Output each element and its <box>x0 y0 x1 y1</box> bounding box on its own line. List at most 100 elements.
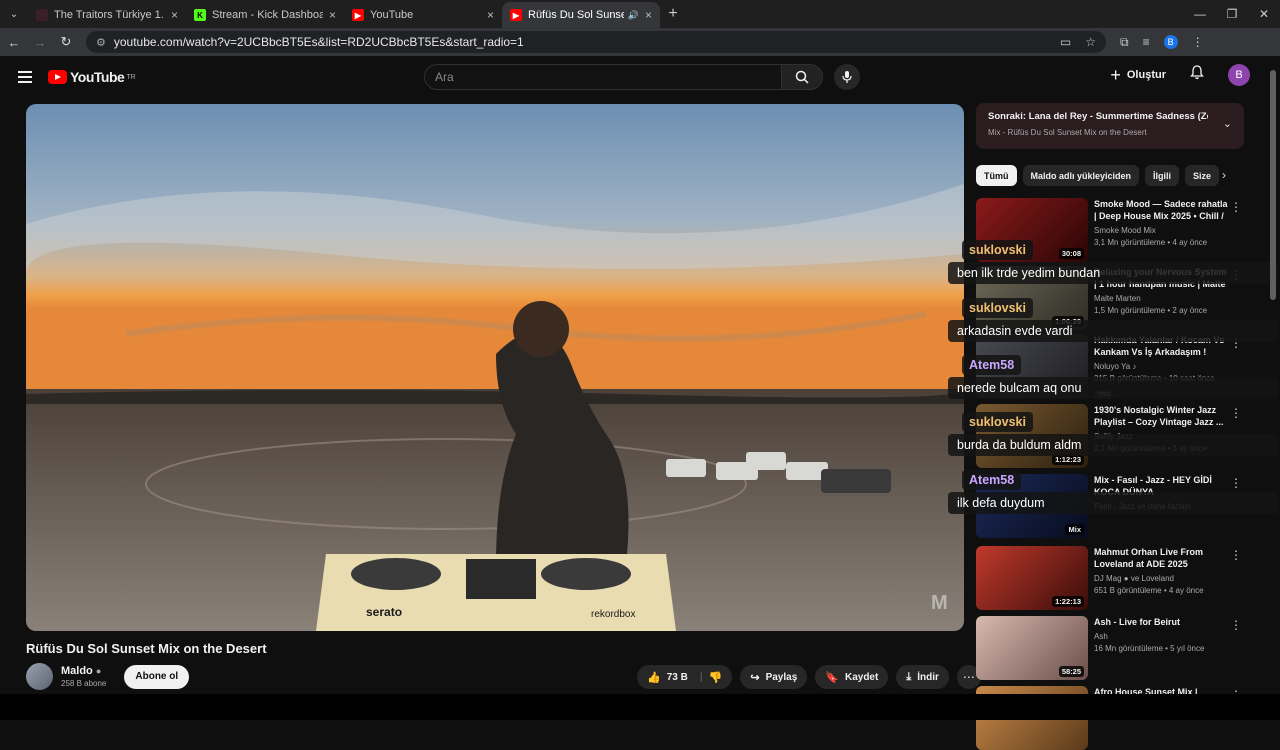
chat-username[interactable]: suklovski <box>962 412 1033 432</box>
browser-tab[interactable]: The Traitors Türkiye 1. Sezon 3... × <box>28 2 186 28</box>
subscribe-button[interactable]: Abone ol <box>124 664 190 689</box>
share-label: Paylaş <box>765 671 798 683</box>
chat-text: nerede bulcam aq onu <box>948 377 1278 399</box>
share-button[interactable]: ↪ Paylaş <box>740 665 808 689</box>
youtube-logo[interactable]: YouTube TR <box>48 69 136 85</box>
share-icon: ↪ <box>750 671 760 684</box>
recommendation-item[interactable]: 1:22:13 Mahmut Orhan Live From Loveland a… <box>976 546 1246 610</box>
close-icon[interactable]: × <box>487 8 494 22</box>
tab-title: YouTube <box>370 9 414 21</box>
close-icon[interactable]: × <box>171 8 178 22</box>
thumbs-down-icon[interactable]: 👎 <box>709 671 723 684</box>
plus-icon: + <box>1110 64 1121 85</box>
like-button[interactable]: 👍 73 B | 👎 <box>637 665 733 689</box>
voice-search-button[interactable] <box>834 64 860 90</box>
create-label: Oluştur <box>1126 69 1166 81</box>
close-icon[interactable]: × <box>645 8 652 22</box>
download-label: İndir <box>917 671 939 683</box>
media-control-icon[interactable]: ≡ <box>1143 35 1150 49</box>
url-text: youtube.com/watch?v=2UCBbcBT5Es&list=RD2… <box>113 35 524 49</box>
scrollbar-thumb[interactable] <box>1270 70 1276 300</box>
browser-tab[interactable]: ▶ YouTube × <box>344 2 502 28</box>
up-next-card[interactable]: Sonraki: Lana del Rey - Summertime Sadne… <box>976 103 1244 149</box>
chat-message: suklovski ben ilk trde yedim bundan <box>948 240 1278 284</box>
more-options-icon[interactable]: ⋮ <box>1230 618 1242 632</box>
chat-message: Atem58 ilk defa duydum <box>948 470 1278 514</box>
close-window-icon[interactable]: ✕ <box>1248 7 1280 21</box>
youtube-icon: ▶ <box>352 9 364 21</box>
chat-username[interactable]: suklovski <box>962 240 1033 260</box>
menu-icon[interactable] <box>18 68 32 86</box>
video-thumbnail[interactable]: 58:25 <box>976 616 1088 680</box>
recommendation-meta: 16 Mn görüntüleme • 5 yıl önce <box>1094 644 1205 653</box>
chat-username[interactable]: suklovski <box>962 298 1033 318</box>
browser-profile-avatar[interactable]: B <box>1163 35 1178 49</box>
duration-badge: 58:25 <box>1058 666 1084 677</box>
filter-chips: Tümü Maldo adlı yükleyiciden İlgili Size <box>976 165 1236 186</box>
thumbs-up-icon: 👍 <box>647 671 661 684</box>
bookmark-star-icon[interactable]: ☆ <box>1085 35 1096 49</box>
recommendation-title[interactable]: Smoke Mood — Sadece rahatla | Deep House… <box>1094 198 1230 222</box>
chat-message: suklovski arkadasin evde vardi <box>948 298 1278 342</box>
browser-tab[interactable]: K Stream - Kick Dashboard × <box>186 2 344 28</box>
search-input[interactable]: Ara <box>424 64 782 90</box>
chat-text: ilk defa duydum <box>948 492 1278 514</box>
forward-icon[interactable]: → <box>28 35 52 50</box>
create-button[interactable]: + Oluştur <box>1110 65 1166 86</box>
chip-all[interactable]: Tümü <box>976 165 1017 186</box>
minimize-icon[interactable]: — <box>1184 7 1216 21</box>
chip-for-you[interactable]: Size <box>1185 165 1220 186</box>
chat-text: arkadasin evde vardi <box>948 320 1278 342</box>
youtube-header: YouTube TR Ara + Oluştur B <box>0 56 1280 98</box>
chevron-right-icon[interactable]: › <box>1222 168 1226 182</box>
chevron-down-icon[interactable]: ⌄ <box>1223 117 1232 130</box>
save-button[interactable]: 🔖 Kaydet <box>815 665 889 689</box>
address-toolbar: ← → ↻ ⚙ youtube.com/watch?v=2UCBbcBT5Es&… <box>0 28 1280 56</box>
reload-icon[interactable]: ↻ <box>54 34 78 50</box>
cast-icon[interactable]: ▭ <box>1060 35 1071 49</box>
browser-tab-bar: ⌄ The Traitors Türkiye 1. Sezon 3... × K… <box>0 0 1280 28</box>
speaker-icon[interactable]: 🔊 <box>628 10 639 21</box>
restore-icon[interactable]: ❐ <box>1216 7 1248 21</box>
recommendation-channel[interactable]: DJ Mag ● ve Loveland <box>1094 574 1230 583</box>
tab-title: Stream - Kick Dashboard <box>212 9 323 21</box>
back-icon[interactable]: ← <box>2 35 26 50</box>
account-avatar[interactable]: B <box>1228 64 1250 86</box>
chip-from-uploader[interactable]: Maldo adlı yükleyiciden <box>1022 165 1140 186</box>
taskbar-area <box>0 694 1280 720</box>
tab-title: Rüfüs Du Sol Sunset Mix on... <box>528 9 624 21</box>
tab-title: The Traitors Türkiye 1. Sezon 3... <box>54 9 165 21</box>
video-thumbnail[interactable]: 1:22:13 <box>976 546 1088 610</box>
deck-brand-rekordbox: rekordbox <box>591 609 635 620</box>
microphone-icon <box>842 71 852 83</box>
tab-favicon <box>36 9 48 21</box>
youtube-play-icon <box>48 70 67 84</box>
video-player[interactable]: serato rekordbox M <box>26 104 964 631</box>
close-icon[interactable]: × <box>329 8 336 22</box>
channel-name[interactable]: Maldo ● <box>61 665 106 677</box>
channel-avatar[interactable] <box>26 663 53 690</box>
more-options-icon[interactable]: ⋮ <box>1230 548 1242 562</box>
notifications-bell-icon[interactable] <box>1190 65 1204 85</box>
recommendation-title[interactable]: Mahmut Orhan Live From Loveland at ADE 2… <box>1094 546 1230 570</box>
page-scrollbar[interactable] <box>1270 62 1278 694</box>
recommendation-title[interactable]: Ash - Live for Beirut <box>1094 616 1230 628</box>
tab-search-menu[interactable]: ⌄ <box>0 0 28 28</box>
new-tab-button[interactable]: + <box>660 5 686 23</box>
recommendation-channel[interactable]: Ash <box>1094 632 1230 641</box>
url-bar[interactable]: ⚙ youtube.com/watch?v=2UCBbcBT5Es&list=R… <box>86 31 1106 53</box>
channel-row: Maldo ● 258 B abone Abone ol <box>26 663 190 690</box>
recommendation-channel[interactable]: Smoke Mood Mix <box>1094 226 1230 235</box>
chat-username[interactable]: Atem58 <box>962 355 1022 375</box>
chip-related[interactable]: İlgili <box>1145 165 1180 186</box>
browser-tab-active[interactable]: ▶ Rüfüs Du Sol Sunset Mix on... 🔊 × <box>502 2 660 28</box>
browser-menu-icon[interactable]: ⋮ <box>1192 35 1204 49</box>
extensions-icon[interactable]: ⧉ <box>1120 35 1129 50</box>
more-options-icon[interactable]: ⋮ <box>1230 200 1242 214</box>
search-button[interactable] <box>781 64 823 90</box>
chat-username[interactable]: Atem58 <box>962 470 1022 490</box>
download-button[interactable]: ⤓ İndir <box>896 665 949 689</box>
site-info-icon[interactable]: ⚙ <box>96 36 106 49</box>
youtube-icon: ▶ <box>510 9 522 21</box>
recommendation-item[interactable]: 58:25 Ash - Live for Beirut Ash 16 Mn görün… <box>976 616 1246 680</box>
